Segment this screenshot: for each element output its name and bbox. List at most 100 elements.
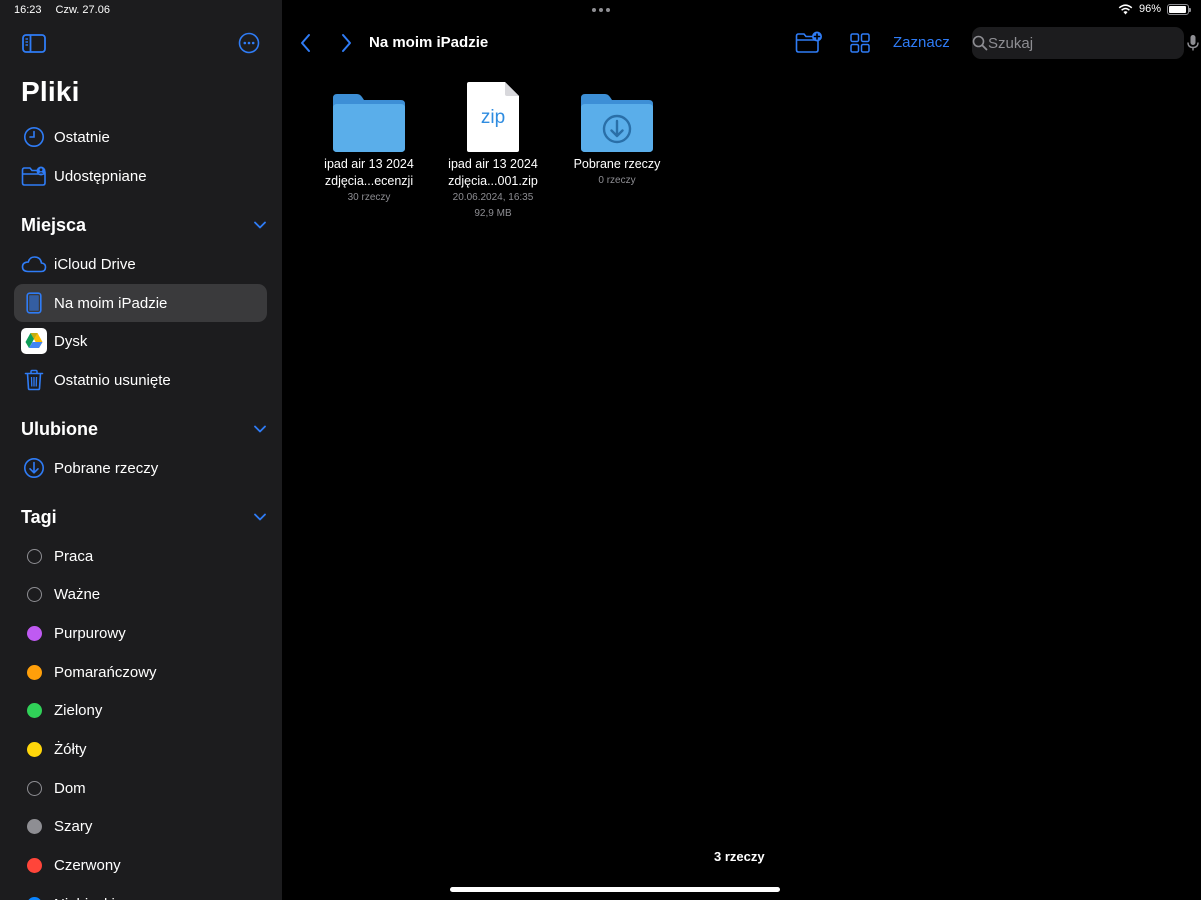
tag-color-dot-icon: [26, 742, 42, 757]
sidebar-item-label: Dysk: [54, 332, 88, 350]
tag-color-dot-icon: [26, 664, 42, 680]
grid-view-icon[interactable]: [850, 33, 870, 53]
sidebar-item-tag[interactable]: Pomarańczowy: [14, 653, 267, 691]
sidebar-item-recently-deleted[interactable]: Ostatnio usunięte: [14, 361, 267, 399]
sidebar-item-label: Niebieski: [54, 896, 115, 900]
section-favorites-header[interactable]: Ulubione: [21, 415, 267, 443]
ipad-icon: [26, 292, 42, 314]
sidebar-toggle-icon[interactable]: [22, 34, 46, 53]
file-name: ipad air 13 2024: [324, 157, 414, 171]
tag-color-dot-icon: [26, 587, 42, 603]
sidebar-item-label: Zielony: [54, 702, 103, 720]
sidebar-item-tag[interactable]: Praca: [14, 537, 267, 575]
chevron-down-icon: [254, 513, 266, 521]
sidebar-item-label: Udostępniane: [54, 167, 147, 185]
file-item-downloads-folder[interactable]: Pobrane rzeczy 0 rzeczy: [557, 78, 677, 189]
multitasking-dots-icon[interactable]: [590, 5, 612, 15]
sidebar-item-downloads[interactable]: Pobrane rzeczy: [14, 449, 267, 487]
sidebar-item-label: Ważne: [54, 586, 101, 604]
select-button[interactable]: Zaznacz: [893, 34, 950, 51]
location-title: Na moim iPadzie: [369, 34, 489, 51]
sidebar-item-tag[interactable]: Żółty: [14, 731, 267, 769]
downloads-folder-icon: [581, 94, 653, 152]
status-bar-left: 16:23 Czw. 27.06: [14, 4, 110, 16]
clock-icon: [24, 127, 44, 147]
status-time: 16:23: [14, 4, 42, 16]
wifi-icon: [1118, 3, 1133, 14]
battery-percent: 96%: [1138, 3, 1161, 15]
search-icon: [972, 35, 988, 51]
main-content: 96% Na moim iPadzie Zaznacz ipad air 13 …: [282, 0, 1201, 900]
file-meta: 30 rzeczy: [347, 192, 391, 203]
sidebar-item-recents[interactable]: Ostatnie: [14, 118, 267, 156]
tag-color-dot-icon: [26, 548, 42, 564]
file-name: zdjęcia...001.zip: [448, 174, 538, 188]
section-places-header[interactable]: Miejsca: [21, 211, 267, 239]
new-folder-icon[interactable]: [795, 31, 823, 55]
sidebar-item-label: Ostatnie: [54, 128, 110, 146]
tag-color-dot-icon: [26, 703, 42, 719]
trash-icon: [24, 369, 44, 391]
download-circle-icon: [24, 458, 44, 478]
file-size: 92,9 MB: [474, 208, 512, 219]
chevron-down-icon: [254, 221, 266, 229]
sidebar-item-label: Praca: [54, 547, 94, 565]
file-date: 20.06.2024, 16:35: [452, 192, 534, 203]
file-item-zip[interactable]: zip ipad air 13 2024 zdjęcia...001.zip 2…: [433, 78, 553, 222]
sidebar-item-tag[interactable]: Purpurowy: [14, 614, 267, 652]
search-input[interactable]: [988, 34, 1187, 52]
sidebar-item-label: iCloud Drive: [54, 255, 136, 273]
forward-chevron-icon[interactable]: [338, 32, 354, 54]
sidebar-item-label: Na moim iPadzie: [54, 294, 168, 312]
section-tags-header[interactable]: Tagi: [21, 503, 267, 531]
sidebar-item-label: Pomarańczowy: [54, 663, 157, 681]
sidebar-item-label: Purpurowy: [54, 624, 126, 642]
tag-color-dot-icon: [26, 858, 42, 874]
item-count: 3 rzeczy: [714, 849, 765, 864]
sidebar-item-label: Szary: [54, 818, 93, 836]
back-chevron-icon[interactable]: [298, 32, 314, 54]
chevron-down-icon: [254, 425, 266, 433]
tag-color-dot-icon: [26, 819, 42, 835]
sidebar: 16:23 Czw. 27.06 Pliki Ostatnie Udostępn…: [0, 0, 282, 900]
section-title: Tagi: [21, 506, 57, 527]
cloud-icon: [21, 256, 47, 273]
sidebar-title: Pliki: [21, 76, 80, 107]
file-meta: 0 rzeczy: [598, 175, 636, 186]
sidebar-item-label: Dom: [54, 779, 86, 797]
zip-file-icon: zip: [467, 82, 519, 152]
sidebar-item-tag[interactable]: Zielony: [14, 692, 267, 730]
home-indicator[interactable]: [450, 887, 780, 892]
zip-badge: zip: [481, 107, 505, 128]
file-name: zdjęcia...ecenzji: [324, 174, 414, 188]
file-name: ipad air 13 2024: [448, 157, 538, 171]
search-bar[interactable]: [972, 27, 1199, 59]
status-bar-right: 96%: [1118, 3, 1191, 15]
more-options-icon[interactable]: [238, 32, 260, 54]
sidebar-item-tag[interactable]: Czerwony: [14, 847, 267, 885]
microphone-icon[interactable]: [1187, 34, 1199, 52]
sidebar-item-google-drive[interactable]: Dysk: [14, 322, 267, 360]
sidebar-item-tag[interactable]: Dom: [14, 769, 267, 807]
sidebar-item-tag[interactable]: Szary: [14, 808, 267, 846]
folder-icon: [333, 94, 405, 152]
sidebar-item-tag[interactable]: Niebieski: [14, 885, 267, 900]
file-name: Pobrane rzeczy: [573, 157, 661, 171]
sidebar-item-label: Żółty: [54, 741, 87, 758]
google-drive-icon: [21, 328, 47, 354]
sidebar-item-label: Ostatnio usunięte: [54, 371, 171, 389]
sidebar-item-label: Pobrane rzeczy: [54, 459, 159, 477]
section-title: Ulubione: [21, 418, 98, 439]
sidebar-item-label: Czerwony: [54, 857, 121, 875]
sidebar-item-on-my-ipad[interactable]: Na moim iPadzie: [14, 284, 267, 322]
file-item-folder[interactable]: ipad air 13 2024 zdjęcia...ecenzji 30 rz…: [309, 78, 429, 206]
section-title: Miejsca: [21, 214, 87, 235]
shared-folder-icon: [21, 166, 46, 186]
tag-color-dot-icon: [26, 780, 42, 796]
sidebar-item-icloud-drive[interactable]: iCloud Drive: [14, 245, 267, 283]
battery-icon: [1167, 3, 1191, 15]
sidebar-item-tag[interactable]: Ważne: [14, 576, 267, 614]
sidebar-item-shared[interactable]: Udostępniane: [14, 157, 267, 195]
status-date: Czw. 27.06: [55, 4, 110, 16]
tag-color-dot-icon: [26, 625, 42, 641]
